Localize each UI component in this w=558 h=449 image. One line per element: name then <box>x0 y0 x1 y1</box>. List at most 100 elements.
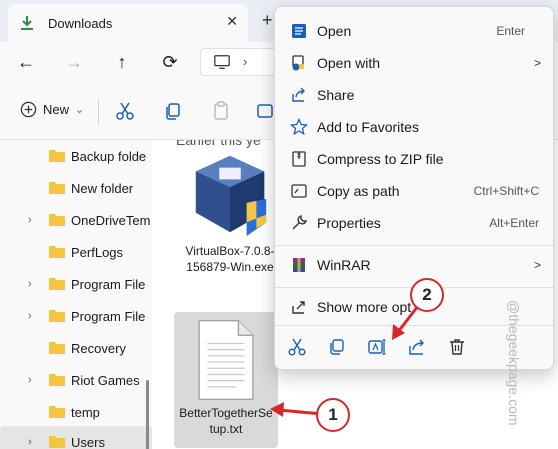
download-icon <box>21 16 33 30</box>
cut-icon[interactable] <box>114 100 136 122</box>
sidebar-item-label: Riot Games <box>71 372 140 388</box>
sidebar-item[interactable]: › OneDriveTem <box>0 204 152 236</box>
new-button-label: New <box>43 102 70 117</box>
menu-item-share[interactable]: Share <box>279 79 551 111</box>
sidebar-item-label: Users <box>71 434 105 449</box>
folder-icon <box>49 278 65 290</box>
chevron-right-icon[interactable]: › <box>28 436 32 448</box>
sidebar-item-label: Program File <box>71 308 146 324</box>
callout-badge-2: 2 <box>410 278 444 312</box>
menu-item-compress-zip[interactable]: Compress to ZIP file <box>279 143 551 175</box>
plus-circle-icon <box>20 101 37 118</box>
chevron-right-icon[interactable]: › <box>28 214 32 226</box>
tab-title: Downloads <box>48 15 113 31</box>
file-name: 156879-Win.exe <box>186 260 274 274</box>
folder-icon <box>49 436 65 448</box>
sidebar-item-label: Program File <box>71 276 146 292</box>
menu-item-copy-as-path[interactable]: Copy as path Ctrl+Shift+C <box>279 175 551 207</box>
rename-icon[interactable] <box>367 337 387 357</box>
text-file-icon <box>198 320 254 400</box>
shortcut-text: Alt+Enter <box>489 216 539 230</box>
menu-item-label: Copy as path <box>317 183 400 199</box>
sidebar-item-label: temp <box>71 404 100 420</box>
share-icon[interactable] <box>407 337 427 357</box>
chevron-right-icon[interactable]: › <box>28 310 32 322</box>
back-button[interactable]: ← <box>14 50 38 74</box>
shortcut-text: Ctrl+Shift+C <box>473 184 539 198</box>
copy-path-icon <box>291 184 307 198</box>
sidebar-item[interactable]: › Users <box>0 426 152 449</box>
folder-icon <box>49 246 65 258</box>
sidebar-item[interactable]: Recovery <box>0 332 152 364</box>
chevron-right-icon: › <box>243 54 248 69</box>
menu-item-label: Share <box>317 87 355 103</box>
sidebar-item-label: OneDriveTem <box>71 212 151 228</box>
group-header: Earlier this ye <box>176 140 261 148</box>
new-button[interactable]: New ⌄ <box>20 101 84 118</box>
cut-icon[interactable] <box>287 337 307 357</box>
new-tab-button[interactable]: + <box>262 10 273 31</box>
menu-item-label: Add to Favorites <box>317 119 419 135</box>
folder-icon <box>49 214 65 226</box>
menu-divider <box>275 245 553 246</box>
sidebar-item[interactable]: › Program File <box>0 268 152 300</box>
chevron-right-icon[interactable]: › <box>28 278 32 290</box>
divider <box>98 100 99 124</box>
share-icon <box>292 87 305 102</box>
sidebar-item-label: Recovery <box>71 340 126 356</box>
monitor-icon <box>214 55 230 69</box>
delete-icon[interactable] <box>447 337 467 357</box>
up-button[interactable]: ↑ <box>110 50 134 74</box>
sidebar-item-label: New folder <box>71 180 134 196</box>
virtualbox-installer-icon <box>195 155 267 237</box>
tab-close-button[interactable]: ✕ <box>226 13 238 30</box>
copy-icon[interactable] <box>327 337 347 357</box>
forward-button[interactable]: → <box>62 50 86 74</box>
folder-icon <box>49 406 65 418</box>
refresh-button[interactable]: ⟳ <box>158 50 182 74</box>
sidebar-item-label: PerfLogs <box>71 244 124 260</box>
menu-item-label: Compress to ZIP file <box>317 151 444 167</box>
menu-item-open[interactable]: Open Enter <box>279 15 551 47</box>
forward-arrow-icon: → <box>65 51 83 72</box>
sidebar-item[interactable]: New folder <box>0 172 152 204</box>
menu-item-properties[interactable]: Properties Alt+Enter <box>279 207 551 239</box>
sidebar-item[interactable]: › Riot Games <box>0 364 152 396</box>
sidebar-item-label: Backup folde <box>71 148 147 164</box>
menu-item-label: WinRAR <box>317 257 371 273</box>
sidebar-item[interactable]: PerfLogs <box>0 236 152 268</box>
watermark: @thegeekpage.com <box>506 300 522 426</box>
chevron-down-icon: ⌄ <box>75 104 85 116</box>
scrollbar[interactable] <box>146 380 149 449</box>
refresh-icon: ⟳ <box>162 51 178 72</box>
sidebar-item[interactable]: Backup folde <box>0 140 152 172</box>
chevron-right-icon: > <box>533 258 541 272</box>
menu-item-winrar[interactable]: WinRAR > <box>279 249 551 281</box>
copy-icon[interactable] <box>162 100 184 122</box>
file-item[interactable]: VirtualBox-7.0.8- 156879-Win.exe <box>180 152 280 302</box>
menu-item-open-with[interactable]: Open with > <box>279 47 551 79</box>
show-more-icon <box>292 301 305 314</box>
navigation-pane: Backup folde New folder › OneDriveTem Pe… <box>0 140 152 449</box>
sidebar-item[interactable]: › Program File <box>0 300 152 332</box>
sidebar-item[interactable]: temp <box>0 396 152 428</box>
menu-item-label: Show more opt <box>317 299 412 315</box>
file-name: BetterTogetherSe <box>179 406 273 420</box>
folder-icon <box>49 182 65 194</box>
chevron-right-icon: > <box>533 56 541 70</box>
file-item-selected[interactable]: BetterTogetherSe tup.txt <box>174 312 278 448</box>
menu-item-label: Properties <box>317 215 381 231</box>
back-arrow-icon: ← <box>17 51 35 72</box>
folder-icon <box>49 374 65 386</box>
menu-item-label: Open with <box>317 55 381 71</box>
folder-icon <box>49 310 65 322</box>
zip-icon <box>292 151 306 167</box>
star-icon <box>290 118 308 136</box>
winrar-icon <box>293 258 305 272</box>
menu-item-label: Open <box>317 23 352 39</box>
paste-icon[interactable] <box>210 100 232 122</box>
chevron-right-icon[interactable]: › <box>28 374 32 386</box>
tab-downloads[interactable]: Downloads ✕ <box>8 4 248 42</box>
folder-icon <box>49 150 65 162</box>
menu-item-add-to-favorites[interactable]: Add to Favorites <box>279 111 551 143</box>
